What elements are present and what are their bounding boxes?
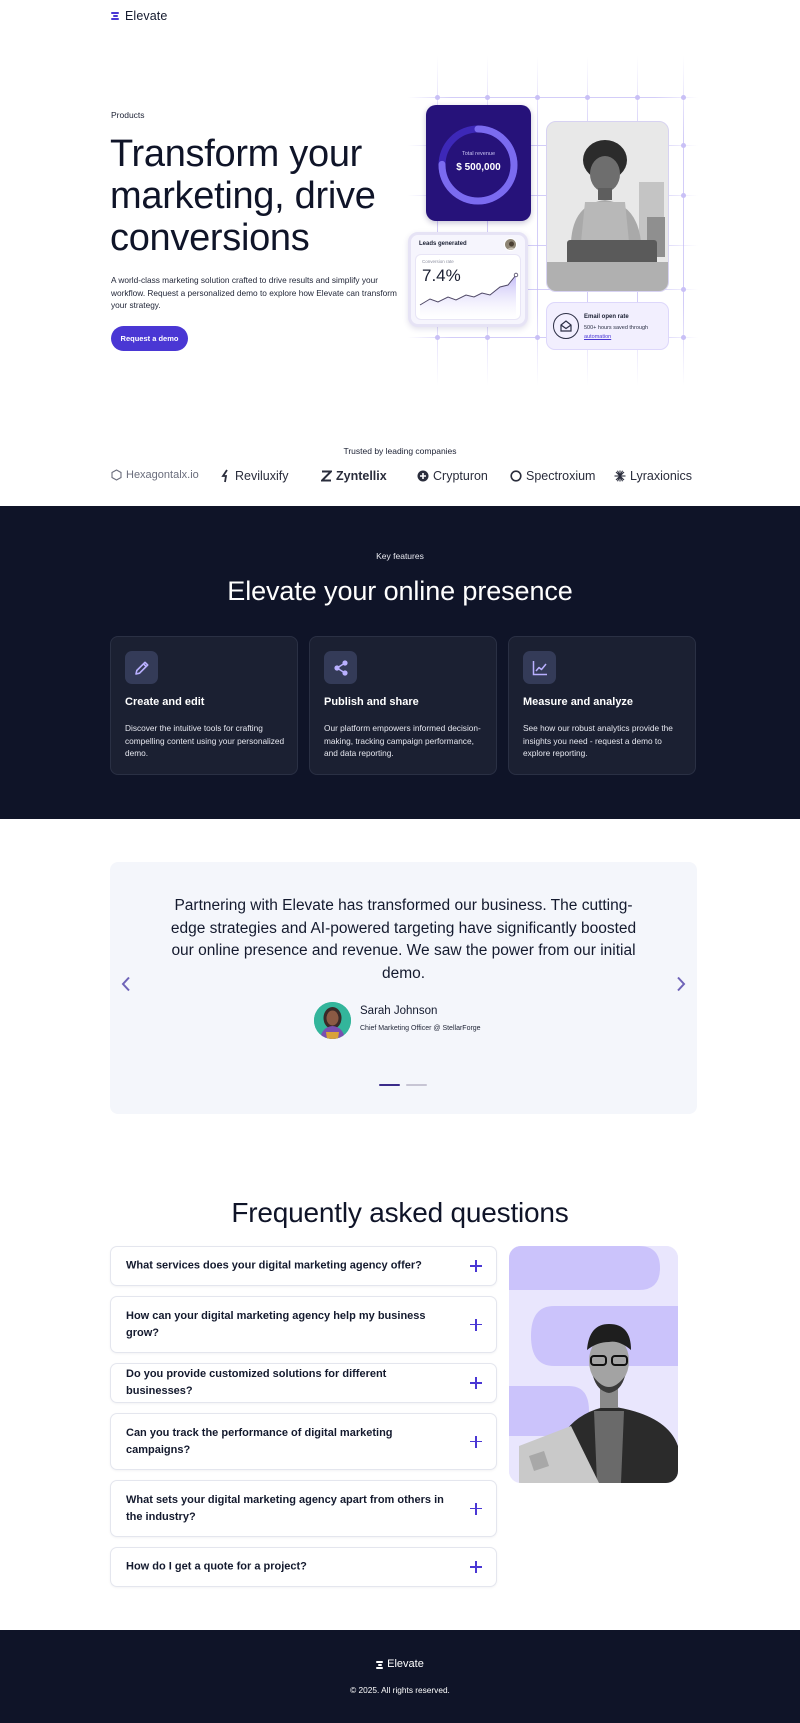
trusted-title: Trusted by leading companies	[343, 446, 457, 456]
footer-logo[interactable]: Elevate	[0, 1658, 800, 1670]
features-title: Elevate your online presence	[227, 576, 573, 606]
logo-mark-icon	[376, 1660, 384, 1669]
faq-question: Can you track the performance of digital…	[126, 1426, 393, 1456]
testimonial-quote: Partnering with Elevate has transformed …	[170, 897, 637, 982]
pencil-icon	[125, 651, 158, 684]
company-logo-hexagontalx: Hexagontalx.io	[111, 469, 199, 481]
feature-description: Our platform empowers informed decision-…	[324, 723, 481, 758]
email-automation-link[interactable]: automation	[584, 334, 611, 340]
faq-question: How can your digital marketing agency he…	[126, 1309, 426, 1339]
revenue-card: Total revenue $ 500,000	[426, 105, 531, 221]
chart-line-icon	[523, 651, 556, 684]
feature-title: Create and edit	[125, 696, 205, 708]
plus-icon[interactable]	[470, 1502, 482, 1515]
footer-logo-text: Elevate	[387, 1658, 424, 1670]
leads-subtitle: Conversion rate	[422, 259, 454, 264]
leads-title: Leads generated	[419, 241, 467, 247]
testimonial-role: Chief Marketing Officer @ StellarForge	[360, 1025, 481, 1032]
footer: Elevate © 2025. All rights reserved.	[0, 1630, 800, 1723]
faq-question: What services does your digital marketin…	[126, 1259, 422, 1272]
faq-question: Do you provide customized solutions for …	[126, 1368, 387, 1397]
footer-copyright: © 2025. All rights reserved.	[350, 1685, 450, 1695]
feature-card-create: Create and edit Discover the intuitive t…	[110, 636, 298, 775]
company-logos: Hexagontalx.io Reviluxify Zyntellix Cryp…	[111, 469, 693, 487]
feature-card-publish: Publish and share Our platform empowers …	[309, 636, 497, 775]
company-logo-lyraxionics: Lyraxionics	[614, 469, 692, 483]
revenue-label: Total revenue	[461, 151, 496, 157]
plus-icon[interactable]	[470, 1318, 482, 1331]
faq-item[interactable]: Can you track the performance of digital…	[110, 1413, 497, 1470]
faq-item[interactable]: How can your digital marketing agency he…	[110, 1296, 497, 1353]
z-mark-icon	[321, 470, 332, 482]
logo-text: Elevate	[125, 9, 168, 23]
leads-card: Leads generated Conversion rate 7.4%	[408, 232, 528, 327]
email-open-rate-card: Email open rate 500+ hours saved through…	[546, 302, 669, 350]
site-logo[interactable]: Elevate	[111, 9, 167, 23]
revenue-value: $ 500,000	[456, 162, 501, 173]
email-title: Email open rate	[584, 314, 629, 320]
hero-description: A world-class marketing solution crafted…	[111, 275, 397, 311]
testimonial-carousel: Partnering with Elevate has transformed …	[110, 862, 697, 1114]
faq-item[interactable]: What sets your digital marketing agency …	[110, 1480, 497, 1537]
faq-title: Frequently asked questions	[231, 1197, 569, 1228]
plus-icon[interactable]	[470, 1435, 482, 1448]
hero-eyebrow: Products	[111, 110, 145, 120]
feature-title: Publish and share	[324, 696, 419, 708]
testimonial-name: Sarah Johnson	[360, 1005, 438, 1017]
plus-circle-icon	[417, 470, 429, 482]
features-eyebrow: Key features	[376, 551, 424, 561]
faq-item[interactable]: Do you provide customized solutions for …	[110, 1363, 497, 1403]
hexagon-icon	[111, 469, 122, 481]
company-logo-reviluxify: Reviluxify	[221, 469, 289, 483]
chevron-right-icon[interactable]	[671, 974, 691, 994]
envelope-open-icon	[553, 313, 579, 339]
leads-avatar	[504, 238, 517, 251]
email-description: 500+ hours saved through	[584, 325, 649, 331]
faq-item[interactable]: What services does your digital marketin…	[110, 1246, 497, 1286]
hero-visual: Total revenue $ 500,000 Leads generated …	[408, 56, 698, 386]
feature-card-measure: Measure and analyze See how our robust a…	[508, 636, 696, 775]
carousel-dot-active[interactable]	[379, 1084, 400, 1086]
hero-title: Transform your marketing, drive conversi…	[110, 133, 376, 259]
plus-icon[interactable]	[470, 1377, 482, 1389]
faq-question: What sets your digital marketing agency …	[126, 1493, 444, 1523]
feature-description: Discover the intuitive tools for craftin…	[125, 723, 285, 758]
faq-question: How do I get a quote for a project?	[126, 1560, 307, 1573]
plus-icon[interactable]	[470, 1561, 482, 1573]
starburst-icon	[614, 470, 626, 482]
slash-bolt-icon	[221, 469, 228, 483]
company-logo-crypturon: Crypturon	[417, 469, 488, 483]
ring-icon	[510, 470, 522, 482]
faq-item[interactable]: How do I get a quote for a project?	[110, 1547, 497, 1587]
avatar	[314, 1002, 351, 1039]
company-logo-zyntellix: Zyntellix	[321, 469, 387, 483]
plus-icon[interactable]	[470, 1260, 482, 1272]
chevron-left-icon[interactable]	[116, 974, 136, 994]
carousel-dot[interactable]	[406, 1084, 427, 1086]
man-with-laptop-photo	[509, 1246, 678, 1483]
leads-chart-panel: Conversion rate 7.4%	[415, 254, 521, 320]
share-icon	[324, 651, 357, 684]
feature-description: See how our robust analytics provide the…	[523, 723, 673, 758]
feature-title: Measure and analyze	[523, 696, 634, 708]
logo-mark-icon	[111, 11, 121, 21]
woman-with-laptop-photo	[546, 121, 669, 292]
request-demo-button[interactable]: Request a demo	[111, 326, 188, 351]
company-logo-spectroxium: Spectroxium	[510, 469, 595, 483]
features-section: Key features Elevate your online presenc…	[0, 506, 800, 819]
leads-sparkline	[419, 272, 519, 319]
